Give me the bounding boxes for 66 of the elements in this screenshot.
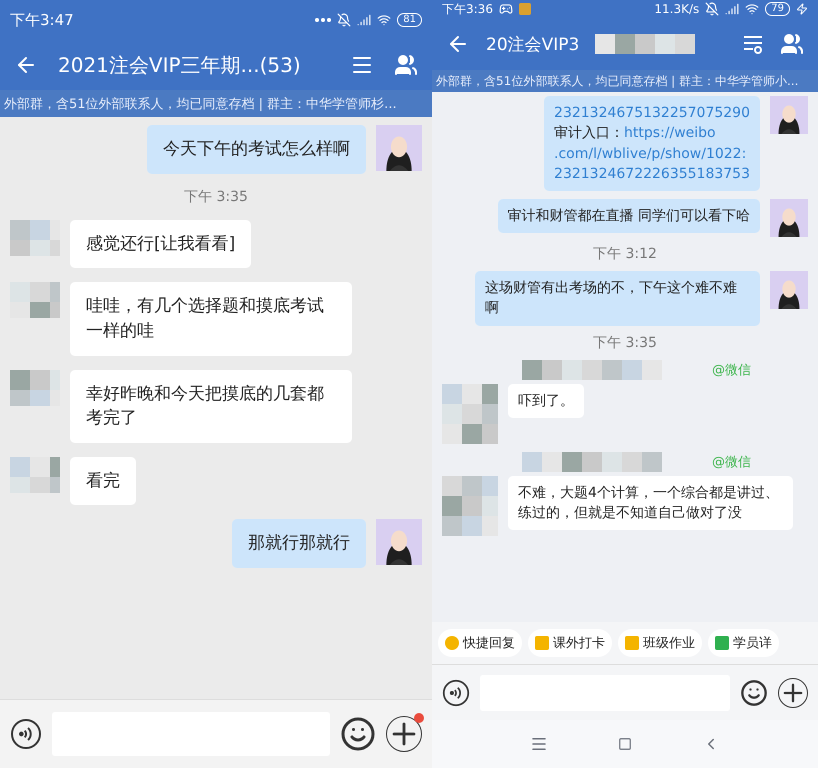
group-notice: 外部群，含51位外部联系人，均已同意存档 | 群主：中华学管师小... <box>432 70 818 92</box>
message-bubble: 不难，大题4个计算，一个综合都是讲过、练过的，但就是不知道自己做对了没 <box>508 476 793 530</box>
more-icon <box>315 18 332 22</box>
blurred-avatar <box>10 220 60 256</box>
quick-action-chip[interactable]: 快捷回复 <box>438 629 522 657</box>
source-tag: @微信 <box>712 360 751 379</box>
timestamp: 下午 3:35 <box>593 334 657 352</box>
message-bubble: 吓到了。 <box>508 384 584 418</box>
gamepad-icon <box>498 2 513 16</box>
avatar <box>376 519 422 566</box>
blurred-avatar <box>442 384 498 444</box>
emoji-button[interactable] <box>740 678 768 706</box>
chat-title: 2021注会VIP三年期...(53) <box>58 52 301 78</box>
members-icon[interactable] <box>780 32 804 56</box>
wifi-icon <box>745 2 760 16</box>
voice-icon[interactable] <box>10 718 42 750</box>
quick-action-chip[interactable]: 班级作业 <box>618 629 702 657</box>
blurred-avatar <box>442 476 498 536</box>
blurred-avatar <box>10 370 60 406</box>
source-tag: @微信 <box>712 452 751 471</box>
plus-button[interactable] <box>778 678 808 708</box>
quick-action-chip[interactable]: 课外打卡 <box>528 629 612 657</box>
charging-icon <box>796 3 808 15</box>
message-bubble: 哇哇，有几个选择题和摸底考试一样的哇 <box>70 282 352 356</box>
bell-off-icon <box>337 13 352 27</box>
emoji-button[interactable] <box>340 716 376 752</box>
app-icon <box>518 3 531 15</box>
message-bubble: 这场财管有出考场的不，下午这个难不难啊 <box>475 271 760 326</box>
note-icon <box>625 636 639 650</box>
message-text: 审计入口： <box>554 125 624 142</box>
chat-title: 20注会VIP3 <box>486 34 580 56</box>
message-bubble: 看完 <box>70 456 136 506</box>
notification-dot <box>414 713 424 723</box>
avatar <box>376 125 422 171</box>
signal-icon <box>357 13 372 27</box>
network-speed: 11.3K/s <box>654 2 700 16</box>
menu-icon[interactable] <box>530 735 548 753</box>
timestamp: 下午 3:35 <box>184 188 248 206</box>
reply-icon <box>445 636 459 650</box>
members-icon[interactable] <box>394 53 418 77</box>
plus-button[interactable] <box>386 716 422 752</box>
wifi-icon <box>377 13 392 27</box>
bell-off-icon <box>705 2 720 16</box>
message-bubble: 今天下午的考试怎么样啊 <box>147 125 366 174</box>
battery-level: 79 <box>765 2 790 16</box>
quick-action-chip[interactable]: 学员详 <box>708 629 779 657</box>
group-notice: 外部群，含51位外部联系人，均已同意存档 | 群主：中华学管师杉... <box>0 90 432 117</box>
avatar <box>770 96 808 134</box>
blurred-avatar <box>10 282 60 318</box>
avatar <box>770 199 808 238</box>
message-bubble: 审计和财管都在直播 同学们可以看下哈 <box>498 199 760 234</box>
person-icon <box>715 636 729 650</box>
calendar-icon <box>535 636 549 650</box>
voice-icon[interactable] <box>442 678 470 706</box>
status-time: 下午3:47 <box>10 10 74 30</box>
signal-icon <box>725 2 740 16</box>
message-bubble: 感觉还行[让我看看] <box>70 220 252 268</box>
status-time: 下午3:36 <box>442 0 493 18</box>
message-bubble: 那就行那就行 <box>232 519 366 568</box>
blurred-avatar <box>10 456 60 493</box>
battery-level: 81 <box>397 13 422 27</box>
list-settings-icon[interactable] <box>742 33 764 55</box>
message-bubble: 幸好昨晚和今天把摸底的几套都考完了 <box>70 370 352 443</box>
home-icon[interactable] <box>618 737 632 751</box>
avatar <box>770 271 808 310</box>
timestamp: 下午 3:12 <box>593 245 657 264</box>
